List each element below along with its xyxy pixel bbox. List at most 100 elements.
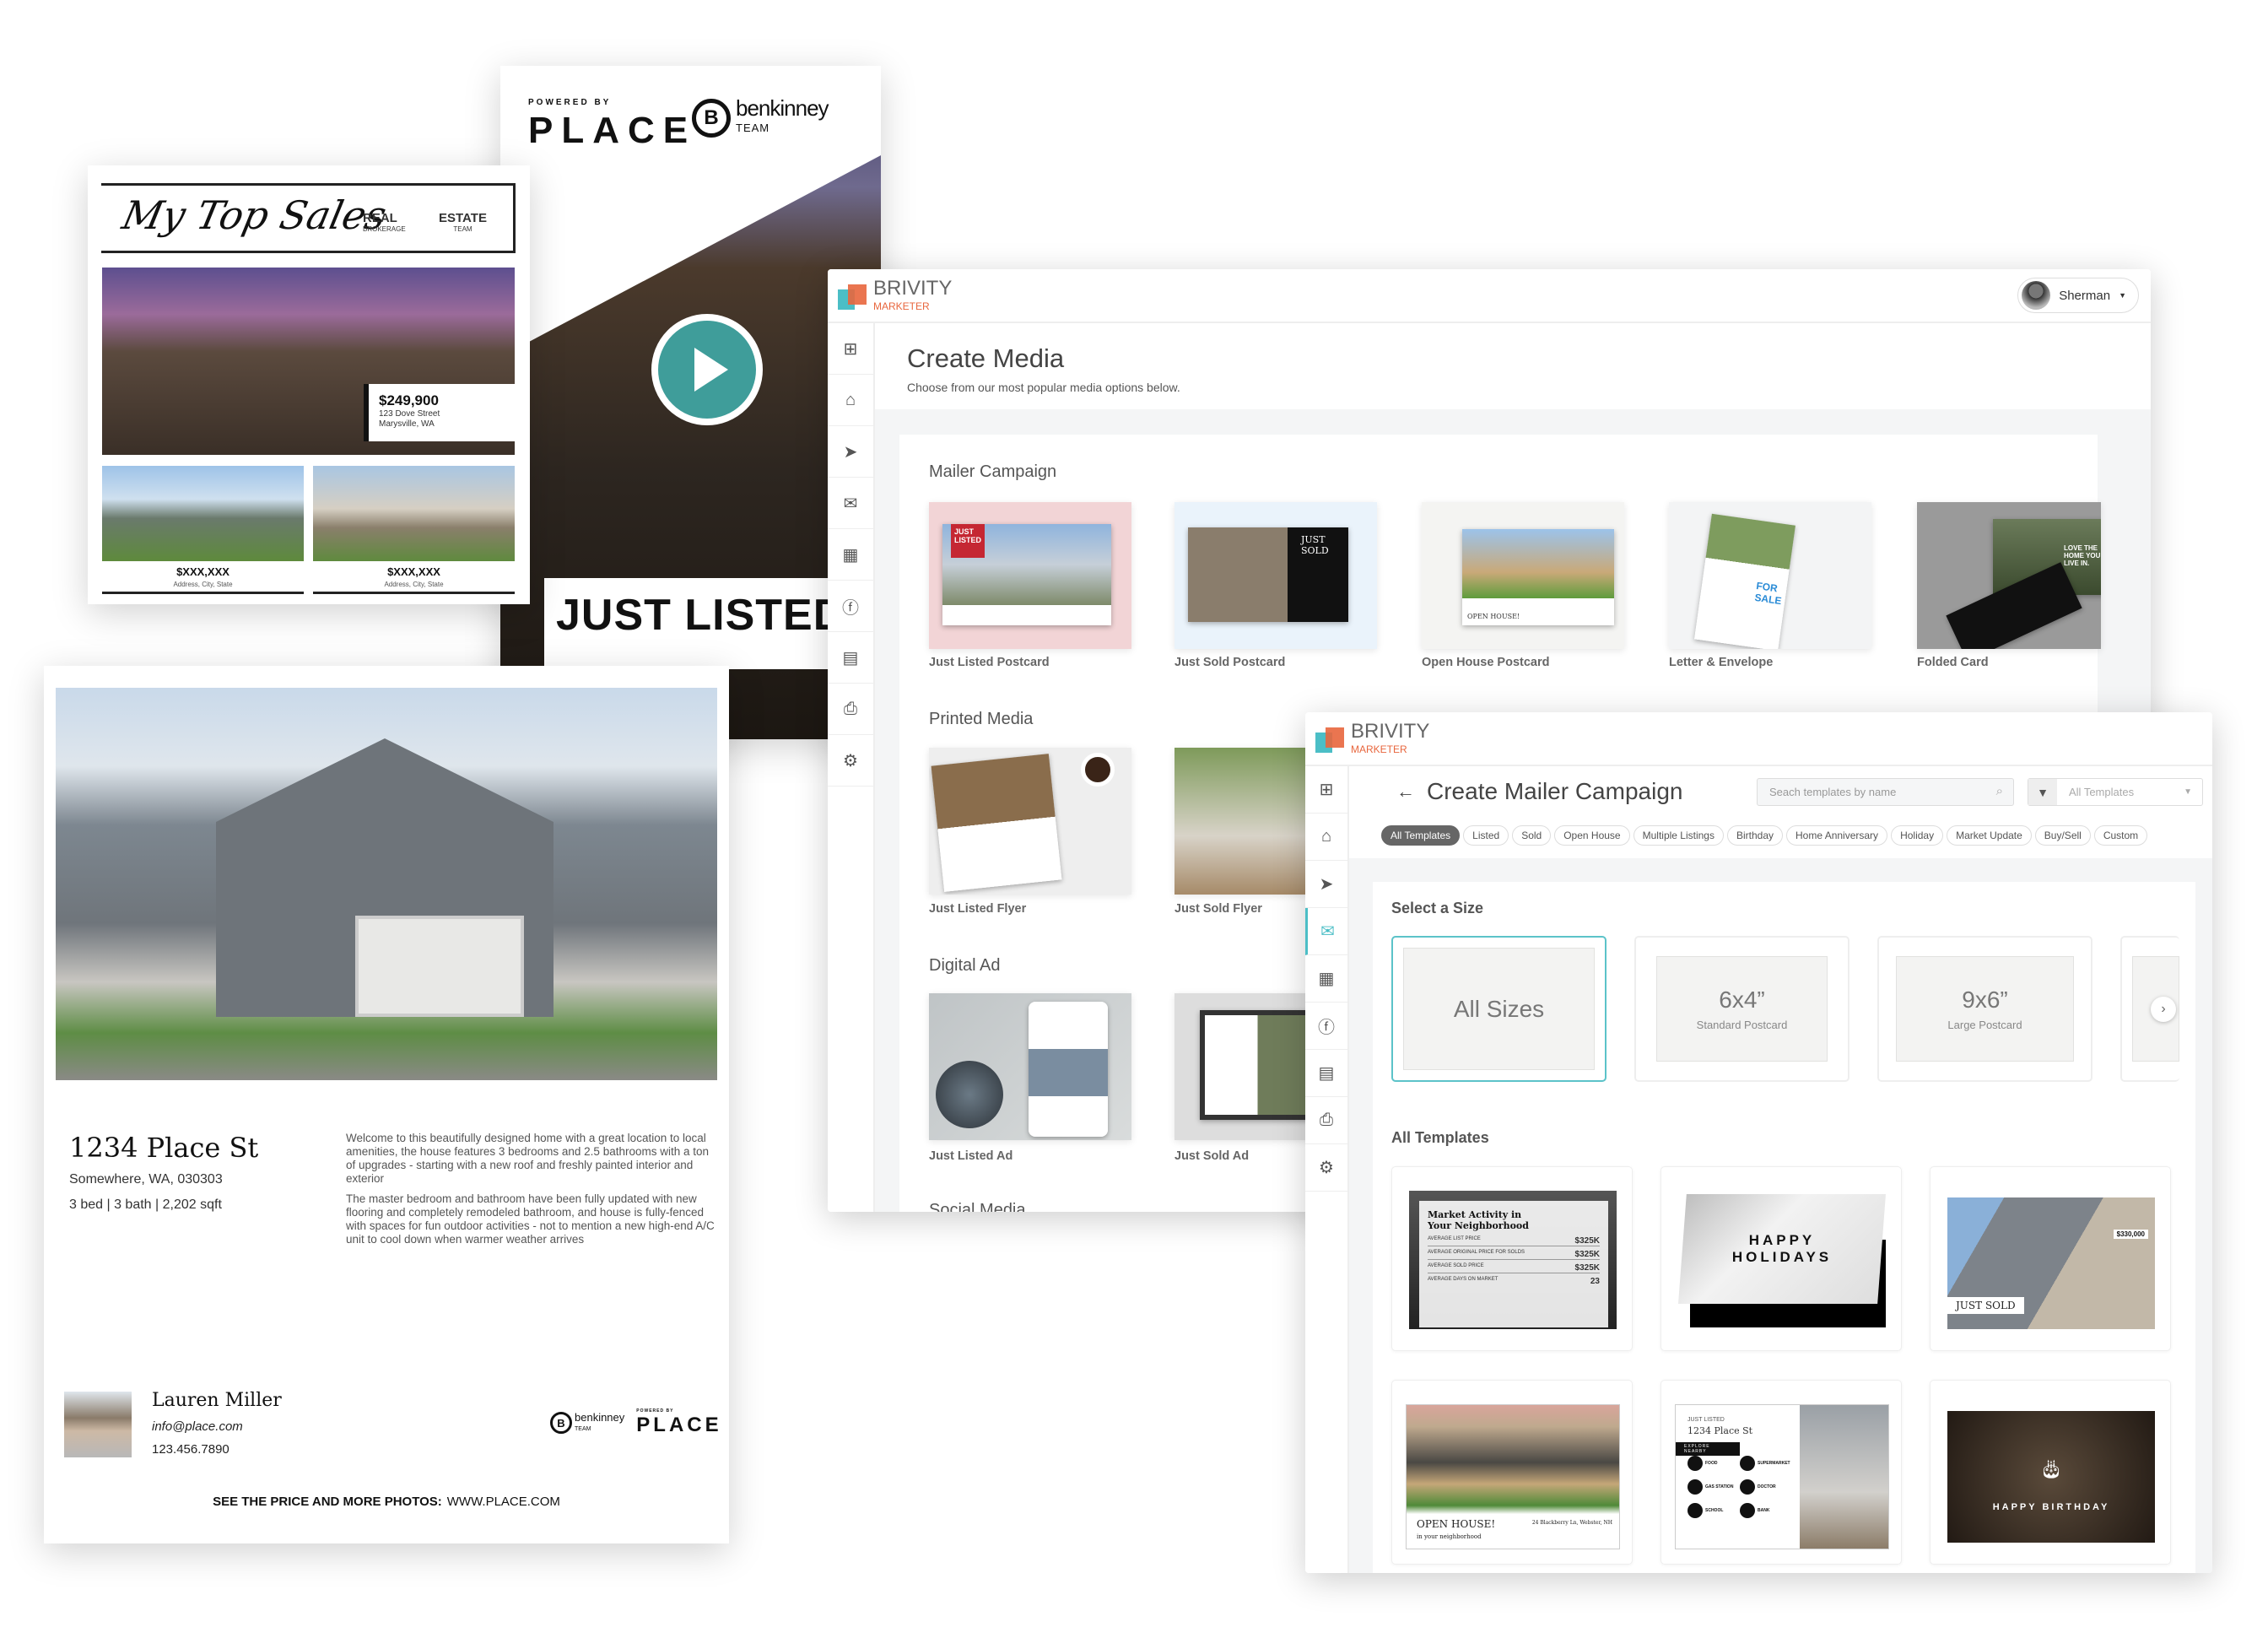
sidebar: ⊞ ⌂ ➤ ✉ ▦ ⓕ ▤ ⎙ ⚙	[828, 323, 875, 1212]
label-folded-card[interactable]: Folded Card	[1917, 656, 1989, 669]
thumb-letter-envelope[interactable]: FOR SALE	[1669, 502, 1871, 649]
template-open-house[interactable]: OPEN HOUSE! in your neighborhood 24 Blac…	[1391, 1380, 1633, 1565]
listing-flyer: 1234 Place St Somewhere, WA, 030303 3 be…	[44, 666, 729, 1543]
template-filter-select[interactable]: ▼ All Templates ▼	[2028, 778, 2203, 806]
template-market-activity[interactable]: Market Activity in Your Neighborhood AVE…	[1391, 1166, 1633, 1351]
chip-custom[interactable]: Custom	[2093, 825, 2148, 846]
user-name: Sherman	[2059, 288, 2111, 303]
listing-photo	[313, 466, 515, 561]
chip-holiday[interactable]: Holiday	[1891, 825, 1944, 846]
thumb-just-sold-postcard[interactable]: JUST SOLD	[1174, 502, 1377, 649]
section-title-digital-ad: Digital Ad	[929, 956, 1001, 975]
printer-icon[interactable]: ⎙	[828, 684, 873, 735]
facebook-icon[interactable]: ⓕ	[828, 581, 873, 632]
brivity-logo-icon	[838, 284, 868, 311]
label-letter-envelope[interactable]: Letter & Envelope	[1669, 656, 1773, 669]
page-title: Create Media	[907, 343, 1065, 373]
benkinney-logo: B benkinney TEAM	[692, 97, 829, 138]
featured-price-box: $249,900 123 Dove Street Marysville, WA	[364, 384, 515, 441]
chip-home-anniversary[interactable]: Home Anniversary	[1786, 825, 1888, 846]
chip-buy-sell[interactable]: Buy/Sell	[2034, 825, 2091, 846]
create-mailer-campaign-window: BRIVITY MARKETER ⊞ ⌂ ➤ ✉ ▦ ⓕ ▤ ⎙ ⚙ ← Crea…	[1305, 712, 2212, 1573]
featured-house-photo: $249,900 123 Dove Street Marysville, WA	[102, 268, 515, 455]
home-icon[interactable]: ⌂	[1305, 814, 1347, 861]
chip-all-templates[interactable]: All Templates	[1381, 825, 1461, 846]
thumb-open-house-postcard[interactable]: OPEN HOUSE!	[1422, 502, 1624, 649]
home-icon[interactable]: ⌂	[828, 375, 873, 426]
agent-phone: 123.456.7890	[152, 1442, 230, 1457]
label-just-listed-flyer[interactable]: Just Listed Flyer	[929, 902, 1026, 916]
flyer-logos: Bbenkinney TEAM POWERED BY PLACE	[550, 1408, 722, 1437]
size-9x6[interactable]: 9x6” Large Postcard	[1877, 936, 2092, 1082]
all-templates-title: All Templates	[1391, 1129, 1489, 1146]
chip-open-house[interactable]: Open House	[1554, 825, 1630, 846]
listing-price: $XXX,XXX	[176, 565, 230, 578]
grid-icon[interactable]: ▦	[1305, 955, 1347, 1003]
brivity-logo[interactable]: BRIVITY MARKETER	[1315, 722, 1429, 757]
agent-email: info@place.com	[152, 1419, 243, 1434]
label-just-sold-flyer[interactable]: Just Sold Flyer	[1174, 902, 1262, 916]
briefcase-icon[interactable]: ▤	[1305, 1050, 1347, 1097]
play-icon	[694, 348, 728, 392]
powered-by-label: POWERED BY	[528, 98, 612, 107]
just-listed-video: POWERED BY PLACE B benkinney TEAM JUST LI…	[500, 66, 881, 739]
listing-price: $XXX,XXX	[387, 565, 440, 578]
envelope-icon[interactable]: ✉	[1305, 908, 1347, 955]
chevron-right-icon[interactable]: ›	[2151, 997, 2176, 1022]
template-explore-nearby[interactable]: JUST LISTED 1234 Place St EXPLORE NEARBY…	[1660, 1380, 1902, 1565]
gear-icon[interactable]: ⚙	[828, 735, 873, 787]
template-happy-holidays[interactable]: HAPPY HOLIDAYS	[1660, 1166, 1902, 1351]
label-just-sold-postcard[interactable]: Just Sold Postcard	[1174, 656, 1285, 669]
divider	[313, 592, 515, 594]
chip-multiple-listings[interactable]: Multiple Listings	[1633, 825, 1724, 846]
agent-photo	[64, 1392, 132, 1457]
label-just-sold-ad[interactable]: Just Sold Ad	[1174, 1149, 1249, 1163]
briefcase-icon[interactable]: ▤	[828, 632, 873, 684]
plus-square-icon[interactable]: ⊞	[1305, 766, 1347, 814]
user-menu[interactable]: Sherman ▼	[2017, 278, 2139, 313]
chip-market-update[interactable]: Market Update	[1947, 825, 2032, 846]
play-button[interactable]	[651, 314, 763, 425]
size-6x4[interactable]: 6x4” Standard Postcard	[1634, 936, 1850, 1082]
thumb-folded-card[interactable]: LOVE THE HOME YOU LIVE IN.	[1917, 502, 2101, 649]
thumb-just-listed-postcard[interactable]: JUST LISTED	[929, 502, 1131, 649]
listing-photo	[102, 466, 304, 561]
label-just-listed-postcard[interactable]: Just Listed Postcard	[929, 656, 1050, 669]
chip-birthday[interactable]: Birthday	[1726, 825, 1784, 846]
listing-address: Address, City, State	[384, 581, 444, 588]
section-title-social-media: Social Media	[929, 1201, 1026, 1212]
gear-icon[interactable]: ⚙	[1305, 1144, 1347, 1192]
label-just-listed-ad[interactable]: Just Listed Ad	[929, 1149, 1012, 1163]
plus-square-icon[interactable]: ⊞	[828, 323, 873, 375]
thumb-just-listed-flyer[interactable]	[929, 748, 1131, 895]
benkinney-mark: B	[692, 99, 731, 138]
back-arrow-icon[interactable]: ←	[1396, 781, 1415, 803]
top-sales-header: My Top Sales REAL BROKERAGE ESTATE TEAM	[101, 183, 516, 253]
envelope-icon[interactable]: ✉	[828, 478, 873, 529]
brivity-logo[interactable]: BRIVITY MARKETER	[838, 278, 952, 314]
printer-icon[interactable]: ⎙	[1305, 1097, 1347, 1144]
chip-listed[interactable]: Listed	[1463, 825, 1509, 846]
label-open-house-postcard[interactable]: Open House Postcard	[1422, 656, 1549, 669]
template-just-sold[interactable]: $330,000 JUST SOLD	[1930, 1166, 2171, 1351]
top-sales-flyer: My Top Sales REAL BROKERAGE ESTATE TEAM $2…	[88, 165, 530, 604]
chip-sold[interactable]: Sold	[1512, 825, 1552, 846]
cake-icon: 🎂︎	[2039, 1458, 2063, 1479]
paper-plane-icon[interactable]: ➤	[1305, 861, 1347, 908]
avatar	[2022, 281, 2051, 310]
template-search-input[interactable]: Seach templates by name ⌕	[1757, 778, 2014, 806]
app-header: BRIVITY MARKETER Sherman ▼	[828, 269, 2151, 323]
chevron-down-icon: ▼	[2184, 787, 2192, 797]
flyer-description: Welcome to this beautifully designed hom…	[346, 1132, 715, 1246]
grid-icon[interactable]: ▦	[828, 529, 873, 581]
thumb-just-listed-ad[interactable]	[929, 993, 1131, 1140]
sidebar: ⊞ ⌂ ➤ ✉ ▦ ⓕ ▤ ⎙ ⚙	[1305, 766, 1349, 1573]
facebook-icon[interactable]: ⓕ	[1305, 1003, 1347, 1050]
agent-name: Lauren Miller	[152, 1390, 282, 1411]
estate-team-logo: ESTATE TEAM	[439, 211, 487, 233]
size-all-sizes[interactable]: All Sizes	[1391, 936, 1606, 1082]
template-happy-birthday[interactable]: 🎂︎ HAPPY BIRTHDAY	[1930, 1380, 2171, 1565]
flyer-city: Somewhere, WA, 030303	[69, 1172, 223, 1187]
paper-plane-icon[interactable]: ➤	[828, 426, 873, 478]
flyer-url[interactable]: WWW.PLACE.COM	[447, 1495, 560, 1509]
